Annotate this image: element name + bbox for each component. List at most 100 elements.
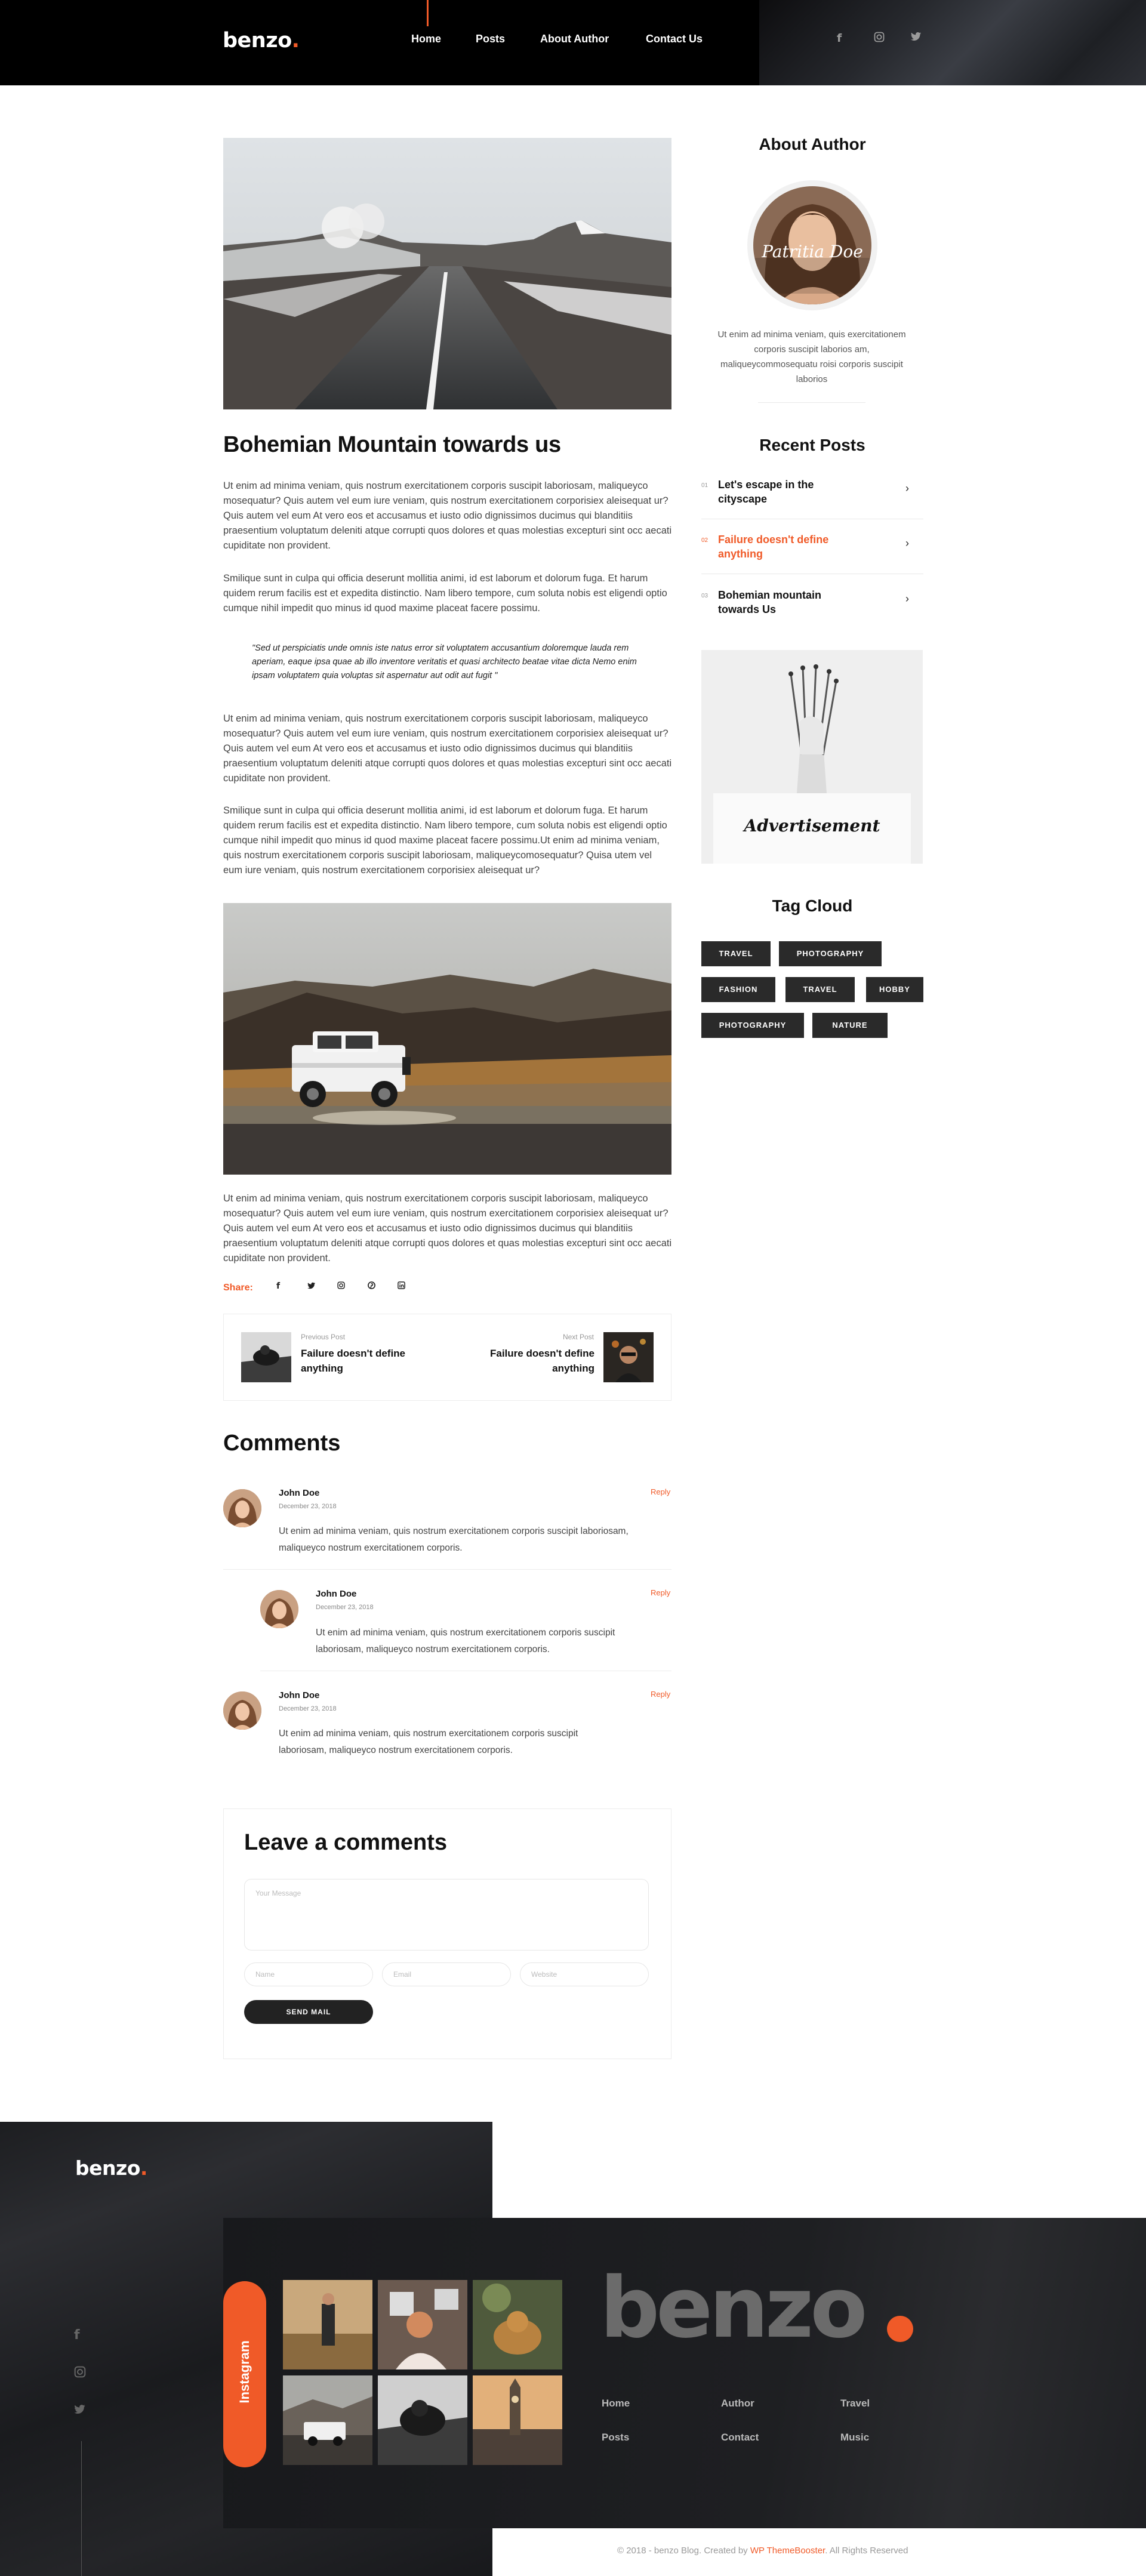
instagram-photo[interactable]	[473, 2280, 562, 2369]
twitter-icon[interactable]	[307, 1281, 316, 1291]
post-title: Bohemian Mountain towards us	[223, 432, 561, 457]
recent-post-title[interactable]: Bohemian mountain towards Us	[718, 588, 855, 617]
recent-post-number: 03	[701, 593, 708, 599]
tag-hobby[interactable]: HOBBY	[866, 977, 923, 1002]
post-paragraph: Smilique sunt in culpa qui officia deser…	[223, 805, 667, 876]
chevron-right-icon[interactable]: ›	[905, 537, 909, 550]
recent-post-title[interactable]: Failure doesn't define anything	[718, 532, 855, 561]
instagram-photo[interactable]	[378, 2375, 467, 2465]
tag-fashion[interactable]: FASHION	[701, 977, 775, 1002]
reply-button[interactable]: Reply	[651, 1487, 670, 1496]
footer-big-logo: benzo	[600, 2260, 867, 2357]
recent-post-title[interactable]: Let's escape in the cityscape	[718, 477, 855, 506]
next-post-thumbnail[interactable]	[603, 1332, 654, 1382]
logo-dot: .	[140, 2156, 148, 2180]
comment-text: Ut enim ad minima veniam, quis nostrum e…	[279, 1728, 578, 1755]
prev-post-title[interactable]: Failure doesn't define anything	[301, 1346, 420, 1376]
comment-author: John Doe	[279, 1690, 320, 1700]
site-header: benzo. Home Posts About Author Contact U…	[0, 0, 1146, 85]
footer-link-music[interactable]: Music	[840, 2432, 869, 2443]
logo-dot: .	[291, 29, 300, 53]
footer-big-logo-dot	[887, 2316, 913, 2342]
comment-author: John Doe	[316, 1589, 357, 1599]
footer-link-home[interactable]: Home	[602, 2398, 630, 2409]
about-author-heading: About Author	[759, 135, 866, 153]
tag-nature[interactable]: NATURE	[812, 1013, 888, 1038]
next-post-title[interactable]: Failure doesn't define anything	[475, 1346, 594, 1376]
instagram-photo[interactable]	[378, 2280, 467, 2369]
avatar	[223, 1691, 261, 1730]
twitter-icon[interactable]	[74, 2402, 86, 2418]
tag-travel[interactable]: TRAVEL	[785, 977, 855, 1002]
next-post-label: Next Post	[562, 1333, 594, 1341]
about-author-text: Ut enim ad minima veniam, quis exercitat…	[717, 329, 906, 384]
recent-post-number: 01	[701, 482, 708, 489]
message-field[interactable]: Your Message	[244, 1879, 649, 1951]
facebook-icon[interactable]: f	[74, 2328, 80, 2343]
nav-posts[interactable]: Posts	[476, 33, 505, 45]
author-signature: Patritia Doe	[762, 242, 863, 261]
reply-button[interactable]: Reply	[651, 1690, 670, 1699]
instagram-photo[interactable]	[283, 2280, 372, 2369]
comment-date: December 23, 2018	[279, 1503, 337, 1510]
post-paragraph: Ut enim ad minima veniam, quis nostrum e…	[223, 713, 672, 784]
divider	[223, 1569, 671, 1570]
share-label: Share:	[223, 1283, 253, 1293]
advertisement-banner[interactable]: Advertisement	[701, 650, 923, 864]
advertisement-text: Advertisement	[744, 816, 880, 836]
post-paragraph: Ut enim ad minima veniam, quis nostrum e…	[223, 1193, 672, 1264]
nav-home[interactable]: Home	[411, 33, 441, 45]
nav-about-author[interactable]: About Author	[540, 33, 609, 45]
name-field[interactable]: Name	[244, 1962, 373, 1986]
tag-photography[interactable]: PHOTOGRAPHY	[701, 1013, 804, 1038]
comment-text: Ut enim ad minima veniam, quis nostrum e…	[316, 1628, 615, 1654]
footer-logo[interactable]: benzo.	[75, 2156, 147, 2180]
instagram-photo[interactable]	[283, 2375, 372, 2465]
comment-text: Ut enim ad minima veniam, quis nostrum e…	[279, 1526, 629, 1553]
copyright-suffix: . All Rights Reserved	[825, 2546, 908, 2556]
comment-form-heading: Leave a comments	[244, 1830, 448, 1855]
divider	[758, 402, 865, 403]
prev-post-thumbnail[interactable]	[241, 1332, 291, 1382]
chevron-right-icon[interactable]: ›	[905, 482, 909, 495]
footer-link-contact[interactable]: Contact	[721, 2432, 759, 2443]
footer-link-author[interactable]: Author	[721, 2398, 754, 2409]
avatar	[260, 1590, 298, 1628]
post-hero-image	[223, 138, 671, 409]
facebook-icon[interactable]: f	[276, 1281, 280, 1291]
comments-heading: Comments	[223, 1431, 341, 1456]
header-accent-line	[427, 0, 429, 26]
post-paragraph: Smilique sunt in culpa qui officia deser…	[223, 573, 667, 614]
comment-date: December 23, 2018	[316, 1604, 374, 1611]
avatar	[223, 1489, 261, 1527]
pinterest-icon[interactable]	[368, 1281, 375, 1291]
instagram-icon[interactable]	[337, 1281, 345, 1291]
instagram-photo[interactable]	[473, 2375, 562, 2465]
site-logo[interactable]: benzo.	[223, 29, 300, 53]
comment-date: December 23, 2018	[279, 1705, 337, 1712]
tag-cloud-heading: Tag Cloud	[772, 896, 853, 915]
linkedin-icon[interactable]	[398, 1281, 405, 1291]
tag-photography[interactable]: PHOTOGRAPHY	[779, 941, 882, 966]
copyright-link[interactable]: WP ThemeBooster	[750, 2546, 825, 2556]
footer-link-travel[interactable]: Travel	[840, 2398, 870, 2409]
twitter-icon[interactable]	[911, 32, 922, 45]
instagram-icon[interactable]	[74, 2366, 86, 2381]
reply-button[interactable]: Reply	[651, 1588, 670, 1597]
post-paragraph: Ut enim ad minima veniam, quis nostrum e…	[223, 480, 672, 551]
chevron-right-icon[interactable]: ›	[905, 593, 909, 605]
email-field[interactable]: Email	[382, 1962, 511, 1986]
send-mail-button[interactable]: SEND MAIL	[244, 2000, 373, 2024]
prev-post-label: Previous Post	[301, 1333, 346, 1341]
copyright-prefix: © 2018 - benzo Blog. Created by	[617, 2546, 750, 2556]
website-field[interactable]: Website	[520, 1962, 649, 1986]
post-blockquote: "Sed ut perspiciatis unde omnis iste nat…	[252, 643, 637, 680]
footer-link-posts[interactable]: Posts	[602, 2432, 629, 2443]
header-mountain-image	[759, 0, 1146, 85]
facebook-icon[interactable]: f	[837, 32, 842, 45]
instagram-icon[interactable]	[874, 32, 885, 46]
post-jeep-image	[223, 903, 671, 1175]
recent-post-number: 02	[701, 537, 708, 544]
tag-travel[interactable]: TRAVEL	[701, 941, 771, 966]
nav-contact-us[interactable]: Contact Us	[646, 33, 703, 45]
